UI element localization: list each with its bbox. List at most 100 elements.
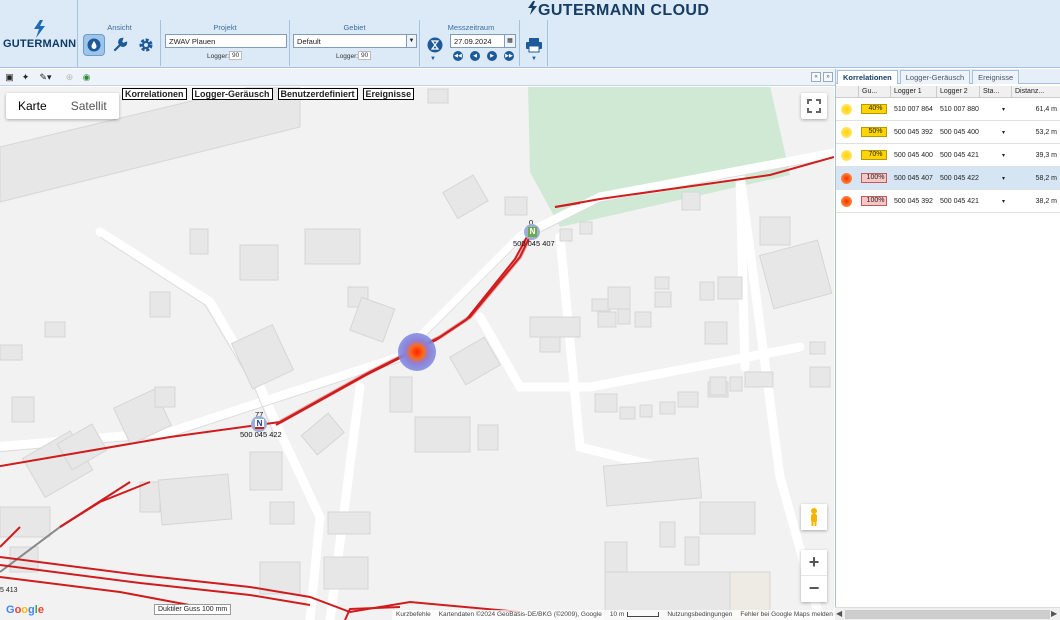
table-row[interactable]: 100% 500 045 407 500 045 422 ▾ 58,2 m	[836, 167, 1060, 190]
status-dropdown[interactable]: ▾	[980, 152, 1012, 159]
quality-dot-icon	[841, 195, 852, 207]
scrollbar-thumb[interactable]	[845, 610, 1050, 619]
globe-icon[interactable]: ◉	[81, 72, 92, 83]
report-error-link[interactable]: Fehler bei Google Maps melden	[740, 611, 833, 619]
project-field[interactable]: ZWAV Plauen	[165, 34, 287, 48]
street-view-button[interactable]	[801, 504, 827, 530]
status-dropdown[interactable]: ▾	[980, 106, 1012, 113]
scroll-right-icon[interactable]: ▶	[1051, 609, 1057, 618]
table-row[interactable]: 100% 500 045 392 500 045 421 ▾ 38,2 m	[836, 190, 1060, 213]
period-dropdown-icon[interactable]: ▼	[430, 56, 436, 62]
col-logger2[interactable]: Logger 2	[937, 86, 980, 97]
quality-badge: 100%	[861, 173, 887, 183]
prev-period-button[interactable]: ◀	[470, 51, 480, 61]
zoom-out-button[interactable]: −	[801, 576, 827, 602]
tab-correlations[interactable]: Korrelationen	[837, 70, 898, 84]
map-canvas[interactable]: 0 N 500 045 407 77 N 500 045 422 Karte S…	[0, 87, 834, 620]
map-toolbar: ▣ ✦ ✎▾ ⊕ ◉ « »	[0, 69, 835, 86]
filter-correlations[interactable]: Korrelationen	[122, 88, 187, 100]
filter-logger-noise[interactable]: Logger-Geräusch	[191, 88, 273, 100]
col-status[interactable]: Sta...	[980, 86, 1012, 97]
col-quality[interactable]: Gu...	[859, 86, 891, 97]
measure-tool-icon[interactable]: ✎▾	[37, 72, 54, 83]
print-dropdown-icon[interactable]: ▼	[531, 56, 537, 62]
map-base-layer	[0, 87, 834, 620]
print-button[interactable]	[523, 34, 545, 56]
logger2-cell: 500 045 421	[940, 197, 979, 205]
first-period-button[interactable]: ◀◀	[453, 51, 463, 61]
gutermann-logo-icon	[34, 20, 45, 38]
zoom-in-button[interactable]: +	[801, 550, 827, 576]
map-layers-icon[interactable]: ▣	[4, 72, 15, 83]
period-date-field[interactable]: 27.09.2024 ▦	[450, 34, 516, 48]
map-type-satellite-button[interactable]: Satellit	[59, 93, 119, 119]
project-group: Projekt ZWAV Plauen Logger: 90	[161, 20, 290, 66]
map-data-credit: Kartendaten ©2024 GeoBasis-DE/BKG (©2009…	[438, 611, 602, 618]
area-group: Gebiet Default ▼ Logger: 90	[290, 20, 420, 66]
status-dropdown[interactable]: ▾	[980, 198, 1012, 205]
quality-badge: 100%	[861, 196, 887, 206]
filter-custom[interactable]: Benutzerdefiniert	[277, 88, 358, 100]
brand-name: GUTERMANN	[3, 38, 77, 50]
status-dropdown[interactable]: ▾	[980, 175, 1012, 182]
view-group: Ansicht	[79, 20, 161, 66]
logger-type-a: N	[528, 227, 537, 237]
settings-button[interactable]	[135, 34, 157, 56]
logger2-cell: 500 045 422	[940, 174, 979, 182]
marker-icon[interactable]: ✦	[20, 72, 31, 83]
map-view-button[interactable]	[83, 34, 105, 56]
leak-marker[interactable]	[398, 333, 436, 371]
distance-cell: 61,4 m	[1035, 105, 1057, 113]
quality-dot-icon	[841, 126, 852, 138]
quality-badge: 70%	[861, 150, 887, 160]
logger-type-b: N	[255, 419, 264, 429]
filter-events[interactable]: Ereignisse	[362, 88, 415, 100]
project-logger-count: 90	[229, 51, 243, 60]
scroll-left-icon[interactable]: ◀	[836, 609, 842, 618]
collapse-right-button[interactable]: »	[823, 72, 833, 82]
logger2-cell: 510 007 880	[940, 105, 979, 113]
brand-logo: GUTERMANN	[0, 0, 78, 68]
period-filter-button[interactable]	[424, 34, 446, 56]
tab-logger-noise[interactable]: Logger-Geräusch	[899, 70, 971, 84]
logger-marker-a[interactable]: N	[524, 224, 540, 240]
last-period-button[interactable]: ▶▶	[504, 51, 514, 61]
select-area-icon[interactable]: ⊕	[64, 72, 75, 83]
next-period-button[interactable]: ▶	[487, 51, 497, 61]
col-distance[interactable]: Distanz...	[1012, 86, 1060, 97]
project-logger-label: Logger:	[207, 53, 230, 60]
distance-cell: 58,2 m	[1035, 174, 1057, 182]
status-dropdown[interactable]: ▾	[980, 129, 1012, 136]
fullscreen-button[interactable]	[801, 93, 827, 119]
collapse-left-button[interactable]: «	[811, 72, 821, 82]
col-logger1[interactable]: Logger 1	[891, 86, 937, 97]
area-select-value: Default	[297, 37, 321, 46]
table-row[interactable]: 50% 500 045 392 500 045 400 ▾ 53,2 m	[836, 121, 1060, 144]
logger1-cell: 500 045 392	[894, 197, 933, 205]
printer-icon	[526, 38, 542, 53]
quality-badge: 40%	[861, 104, 887, 114]
col-spacer	[836, 86, 859, 97]
logger1-cell: 500 045 400	[894, 151, 933, 159]
distance-cell: 39,3 m	[1035, 151, 1057, 159]
scale-indicator: 10 m	[610, 611, 660, 619]
panel-tabs: Korrelationen Logger-Geräusch Ereignisse	[836, 69, 1060, 84]
area-select[interactable]: Default ▼	[293, 34, 417, 48]
map-type-map-button[interactable]: Karte	[6, 93, 59, 119]
correlation-rows: 40% 510 007 864 510 007 880 ▾ 61,4 m 50% 500 0…	[836, 98, 1060, 213]
terms-link[interactable]: Nutzungsbedingungen	[667, 611, 732, 619]
print-group: ▼	[520, 20, 548, 66]
logger-id-b: 500 045 422	[240, 430, 282, 439]
panel-horizontal-scrollbar[interactable]: ◀ ▶	[835, 607, 1060, 620]
tab-events[interactable]: Ereignisse	[972, 70, 1020, 84]
calendar-icon[interactable]: ▦	[504, 35, 515, 47]
tools-button[interactable]	[109, 34, 131, 56]
edge-pipe-label: 5 413	[0, 587, 18, 594]
logger-id-a: 500 045 407	[513, 239, 555, 248]
pipe-tooltip: Duktiler Guss 100 mm	[154, 604, 232, 615]
logger1-cell: 500 045 407	[894, 174, 933, 182]
table-row[interactable]: 70% 500 045 400 500 045 421 ▾ 39,3 m	[836, 144, 1060, 167]
keyboard-shortcuts-link[interactable]: Kurzbefehle	[396, 611, 431, 619]
area-logger-count: 90	[358, 51, 372, 60]
table-row[interactable]: 40% 510 007 864 510 007 880 ▾ 61,4 m	[836, 98, 1060, 121]
